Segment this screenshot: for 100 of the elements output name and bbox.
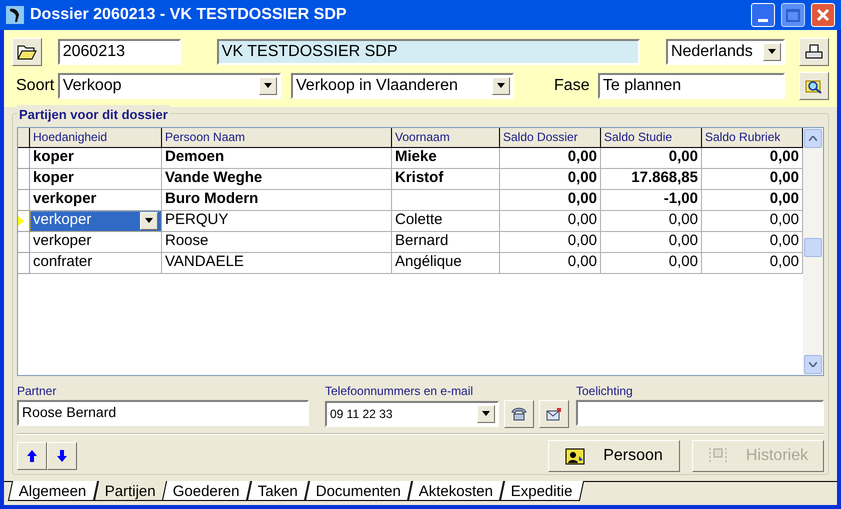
table-cell: Buro Modern [162,190,392,210]
open-folder-button[interactable] [12,38,42,66]
table-cell: VANDAELE [162,252,392,274]
table-cell: Bernard [392,232,500,252]
row-pointer-icon [18,216,24,226]
scroll-up-button[interactable] [804,128,822,148]
dossier-number-field[interactable]: 2060213 [58,38,181,64]
table-cell: 0,00 [702,252,803,274]
phone-dropdown[interactable]: 09 11 22 33 [325,400,499,426]
group-title: Partijen voor dit dossier [17,105,170,124]
table-cell: 0,00 [702,148,803,168]
tab[interactable]: Taken [247,481,310,501]
table-row[interactable]: confrater VANDAELE Angélique 0,00 0,00 0,00 [18,252,803,274]
maximize-button[interactable] [781,3,805,27]
table-cell: koper [30,148,162,168]
tab[interactable]: Goederen [162,481,252,501]
subsoort-dropdown[interactable]: Verkoop in Vlaanderen [291,72,514,98]
person-button[interactable]: Persoon [548,440,680,472]
table-cell: 0,00 [601,210,702,232]
dropdown-button[interactable] [492,76,510,94]
printer-icon [805,44,824,60]
table-cell: 0,00 [702,210,803,232]
caret-icon [768,49,776,54]
caret-icon [482,411,490,416]
table-cell: 0,00 [500,168,601,190]
table-cell: 0,00 [601,148,702,168]
arrow-up-icon [27,450,37,462]
language-dropdown[interactable]: Nederlands [666,38,786,64]
table-cell: koper [30,168,162,190]
scroll-down-button[interactable] [804,354,822,374]
phone-icon [510,406,528,422]
table-cell: 17.868,85 [601,168,702,190]
table-cell: Vande Weghe [162,168,392,190]
table-cell: 0,00 [500,232,601,252]
dolphin-icon [6,6,24,24]
table-cell: 0,00 [702,232,803,252]
table-row[interactable]: koper Demoen Mieke 0,00 0,00 0,00 [18,148,803,168]
table-row[interactable]: verkoper Roose Bernard 0,00 0,00 0,00 [18,232,803,252]
table-cell: 0,00 [702,190,803,210]
table-cell: confrater [30,252,162,274]
table-cell: 0,00 [601,232,702,252]
caret-icon [264,83,272,88]
tab[interactable]: Algemeen [8,481,98,501]
partner-field[interactable]: Roose Bernard [17,400,309,426]
table-row[interactable]: verkoper PERQUY Colette 0,00 0,00 0,00 [18,210,803,232]
table-cell: Roose [162,232,392,252]
dropdown-button[interactable] [477,404,495,422]
close-button[interactable] [811,3,835,27]
table-row[interactable]: verkoper Buro Modern 0,00 -1,00 0,00 [18,190,803,210]
table-cell: -1,00 [601,190,702,210]
tab[interactable]: Partijen [93,481,167,501]
caret-up-icon [809,136,817,140]
folder-icon [16,44,37,60]
person-card-icon [565,446,586,464]
close-icon [816,8,830,22]
tab[interactable]: Expeditie [500,481,584,501]
envelope-icon [545,406,563,422]
table-cell: 0,00 [500,190,601,210]
dropdown-button[interactable] [259,76,278,94]
table-cell: verkoper [30,190,162,210]
move-down-button[interactable] [47,442,77,470]
print-button[interactable] [799,38,829,66]
tab[interactable]: Documenten [305,481,412,501]
soort-label: Soort [15,76,56,96]
partner-label: Partner [17,382,58,400]
table-cell: PERQUY [162,210,392,232]
arrow-down-icon [57,450,67,462]
scrollbar[interactable] [803,128,823,374]
move-up-button[interactable] [17,442,47,470]
soort-dropdown[interactable]: Verkoop [58,72,282,98]
history-icon [708,446,728,464]
search-icon [805,78,824,94]
table-cell: Demoen [162,148,392,168]
table-cell: 0,00 [500,252,601,274]
table-cell: 0,00 [500,148,601,168]
table-cell: verkoper [30,210,162,232]
scroll-thumb[interactable] [804,238,822,256]
phone-button[interactable] [504,400,534,428]
table-cell: 0,00 [601,252,702,274]
table-cell: Mieke [392,148,500,168]
dropdown-button[interactable] [763,42,782,60]
table-cell: verkoper [30,232,162,252]
note-field[interactable] [576,400,824,426]
dropdown-button[interactable] [140,212,158,230]
phone-label: Telefoonnummers en e-mail [325,382,474,400]
table-row[interactable]: koper Vande Weghe Kristof 0,00 17.868,85 0,00 [18,168,803,190]
fase-field[interactable]: Te plannen [598,72,786,98]
table-cell: Colette [392,210,500,232]
fase-label: Fase [554,76,591,96]
table-cell: Angélique [392,252,500,274]
table-cell: 0,00 [702,168,803,190]
table-cell: Kristof [392,168,500,190]
table-cell: 0,00 [500,210,601,232]
dossier-name-field[interactable]: VK TESTDOSSIER SDP [216,38,640,64]
caret-icon [497,83,506,88]
tab[interactable]: Aktekosten [408,481,505,501]
search-button[interactable] [799,72,830,100]
email-button[interactable] [539,400,569,428]
caret-icon [145,218,153,223]
minimize-button[interactable] [751,3,775,27]
